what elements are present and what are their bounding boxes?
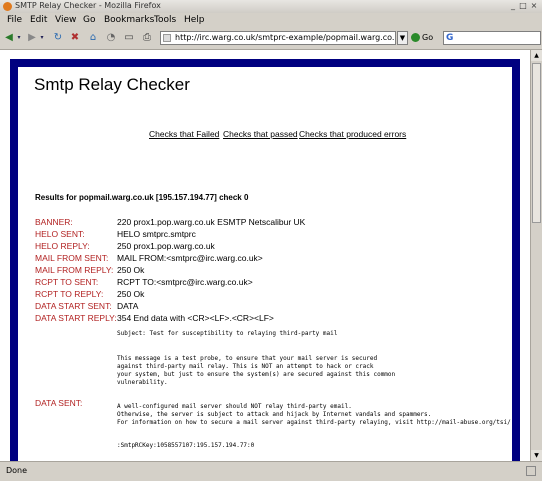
- row-label: BANNER:: [35, 217, 73, 227]
- menu-tools[interactable]: Tools: [154, 15, 176, 25]
- url-text: http://irc.warg.co.uk/smtprc-example/pop…: [175, 33, 395, 42]
- firefox-icon: [3, 2, 12, 11]
- menu-bookmarks[interactable]: Bookmarks: [104, 15, 154, 25]
- reload-icon[interactable]: ↻: [51, 31, 65, 45]
- menu-edit[interactable]: Edit: [30, 15, 47, 25]
- row-value: 220 prox1.pop.warg.co.uk ESMTP Netscalib…: [117, 217, 306, 227]
- forward-icon[interactable]: ▶: [26, 31, 38, 45]
- data-body-info: A well-configured mail server should NOT…: [117, 403, 511, 426]
- close-button[interactable]: ×: [529, 1, 539, 11]
- status-bar: Done: [0, 461, 542, 481]
- vertical-scrollbar[interactable]: ▲ ▼: [530, 50, 542, 461]
- page-title: Smtp Relay Checker: [34, 75, 190, 94]
- menu-help[interactable]: Help: [184, 15, 205, 25]
- menu-go[interactable]: Go: [83, 15, 95, 25]
- row-label: RCPT TO REPLY:: [35, 289, 104, 299]
- status-text: Done: [6, 466, 28, 475]
- new-tab-icon[interactable]: ▭: [122, 31, 136, 45]
- data-body-probe: This message is a test probe, to ensure …: [117, 355, 396, 386]
- page-content: Smtp Relay Checker Checks that Failed Ch…: [18, 67, 512, 461]
- window-titlebar: SMTP Relay Checker - Mozilla Firefox _ □…: [0, 0, 542, 14]
- row-label: DATA SENT:: [35, 398, 83, 408]
- row-label: HELO SENT:: [35, 229, 85, 239]
- link-checks-failed[interactable]: Checks that Failed: [149, 129, 219, 139]
- go-label: Go: [422, 33, 434, 42]
- stop-icon[interactable]: ✖: [68, 31, 82, 45]
- search-field[interactable]: G: [443, 31, 541, 45]
- resize-grip-icon: [526, 466, 536, 476]
- row-value: 250 Ok: [117, 289, 145, 299]
- url-dropdown-button[interactable]: ▼: [397, 31, 408, 45]
- link-checks-passed[interactable]: Checks that passed: [223, 129, 298, 139]
- page-viewport: Smtp Relay Checker Checks that Failed Ch…: [0, 50, 530, 461]
- google-search-icon: G: [446, 33, 454, 43]
- link-checks-errors[interactable]: Checks that produced errors: [299, 129, 406, 139]
- row-value: RCPT TO:<smtprc@irc.warg.co.uk>: [117, 277, 253, 287]
- scrollbar-thumb[interactable]: [532, 63, 541, 223]
- menu-file[interactable]: File: [7, 15, 22, 25]
- back-icon[interactable]: ◀: [3, 31, 15, 45]
- row-label: MAIL FROM SENT:: [35, 253, 109, 263]
- minimize-button[interactable]: _: [508, 1, 518, 11]
- go-button[interactable]: Go: [411, 31, 441, 45]
- menu-view[interactable]: View: [55, 15, 76, 25]
- row-label: DATA START REPLY:: [35, 313, 117, 323]
- print-icon[interactable]: ⎙: [140, 31, 154, 45]
- maximize-button[interactable]: □: [518, 1, 528, 11]
- home-icon[interactable]: ⌂: [86, 31, 100, 45]
- row-label: DATA START SENT:: [35, 301, 112, 311]
- row-label: RCPT TO SENT:: [35, 277, 99, 287]
- row-value: 250 Ok: [117, 265, 145, 275]
- row-value: 250 prox1.pop.warg.co.uk: [117, 241, 215, 251]
- row-label: HELO REPLY:: [35, 241, 90, 251]
- page-favicon: [163, 34, 171, 42]
- history-icon[interactable]: ◔: [104, 31, 118, 45]
- forward-dropdown-icon[interactable]: ▾: [38, 31, 46, 45]
- scroll-down-icon[interactable]: ▼: [531, 450, 542, 461]
- row-value: 354 End data with <CR><LF>.<CR><LF>: [117, 313, 274, 323]
- back-dropdown-icon[interactable]: ▾: [15, 31, 23, 45]
- data-subject: Subject: Test for susceptibility to rela…: [117, 330, 338, 337]
- row-label: MAIL FROM REPLY:: [35, 265, 114, 275]
- data-key: :SmtpRCKey:1058557107:195.157.194.77:0: [117, 442, 255, 449]
- row-value: DATA: [117, 301, 139, 311]
- go-arrow-icon: [411, 33, 420, 42]
- row-value: MAIL FROM:<smtprc@irc.warg.co.uk>: [117, 253, 263, 263]
- results-heading: Results for popmail.warg.co.uk [195.157.…: [35, 193, 249, 202]
- page-border-frame: Smtp Relay Checker Checks that Failed Ch…: [10, 59, 520, 461]
- window-title: SMTP Relay Checker - Mozilla Firefox: [15, 1, 161, 10]
- row-value: HELO smtprc.smtprc: [117, 229, 196, 239]
- scroll-up-icon[interactable]: ▲: [531, 50, 542, 61]
- address-bar[interactable]: http://irc.warg.co.uk/smtprc-example/pop…: [160, 31, 396, 45]
- menu-bar: File Edit View Go Bookmarks Tools Help: [0, 13, 542, 27]
